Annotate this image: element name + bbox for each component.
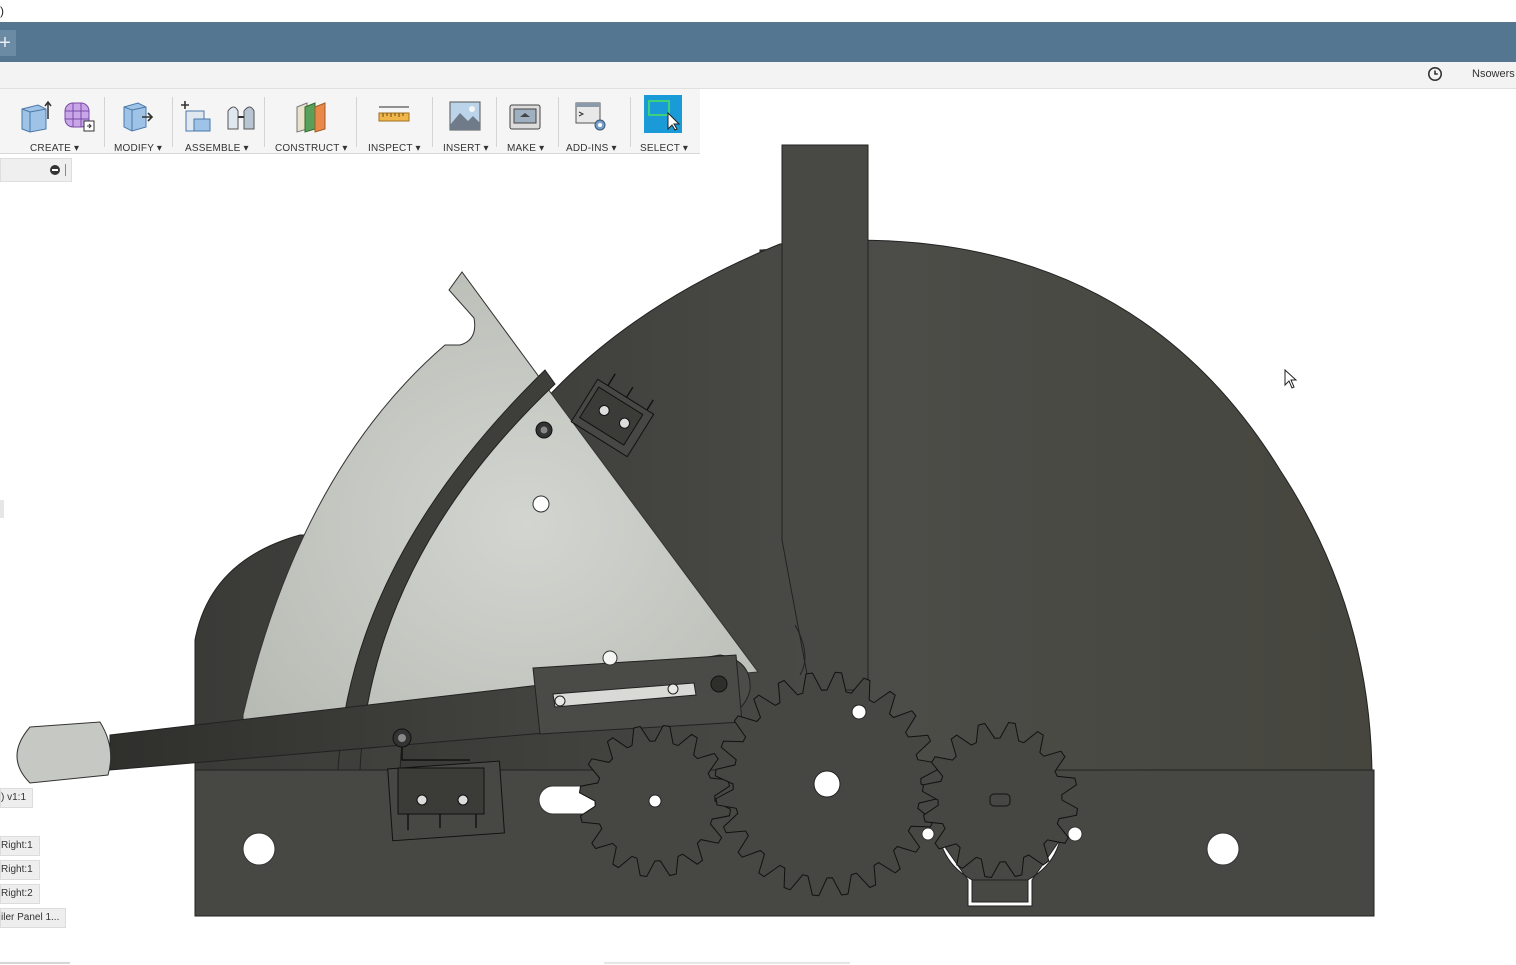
gear-hole bbox=[648, 794, 662, 808]
panel-divider bbox=[0, 962, 70, 964]
mouse-pointer-icon bbox=[1284, 369, 1298, 389]
status-divider bbox=[604, 962, 850, 964]
gear-key-slot bbox=[989, 793, 1011, 807]
gear-hole bbox=[813, 770, 841, 798]
model-viewport[interactable] bbox=[0, 0, 1516, 965]
timeline-item[interactable]: Right:1 bbox=[0, 860, 40, 880]
lever-handle bbox=[16, 721, 112, 784]
timeline-item[interactable]: iler Panel 1... bbox=[0, 908, 67, 928]
timeline-item[interactable]: ) v1:1 bbox=[0, 788, 34, 808]
gear-hole bbox=[851, 704, 867, 720]
vertical-bar bbox=[781, 144, 869, 691]
timeline-item[interactable]: Right:1 bbox=[0, 836, 40, 856]
timeline-item[interactable]: Right:2 bbox=[0, 884, 40, 904]
